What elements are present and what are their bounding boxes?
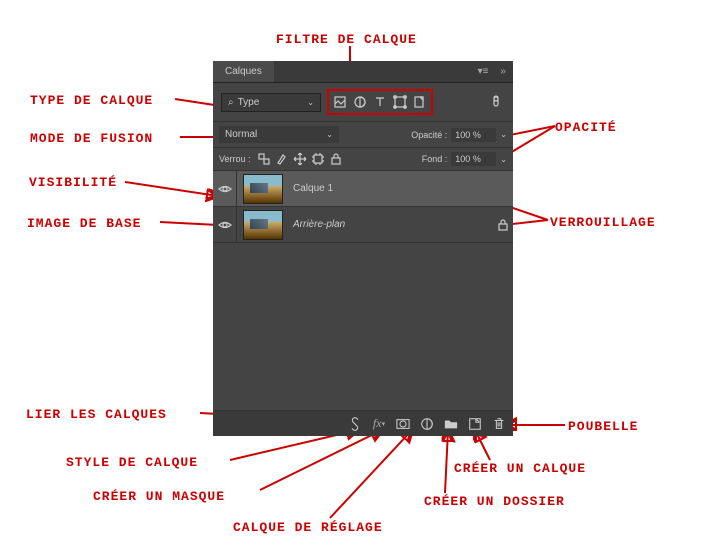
lock-row: Verrou : Fond : 100 % ⌄: [213, 148, 513, 171]
eye-icon: [218, 218, 232, 232]
fill-control: Fond : 100 % ⌄: [422, 152, 507, 166]
layer-style-button[interactable]: fx▾: [371, 416, 387, 432]
filter-text-icon[interactable]: [371, 93, 389, 111]
panel-tab-layers[interactable]: Calques: [213, 61, 274, 82]
layer-type-filter-dropdown[interactable]: ⌕ Type ⌄: [221, 93, 321, 112]
layers-list: Calque 1 Arrière-plan: [213, 171, 513, 410]
layer-row[interactable]: Calque 1: [213, 171, 513, 207]
fill-label: Fond :: [422, 154, 448, 164]
opacity-control: Opacité : 100 % ⌄: [411, 128, 507, 142]
lock-all-icon[interactable]: [329, 152, 343, 166]
filter-pixel-icon[interactable]: [331, 93, 349, 111]
new-layer-button[interactable]: [467, 416, 483, 432]
annot-type-de-calque: type de calque: [30, 93, 153, 108]
layer-thumbnail[interactable]: [243, 174, 283, 204]
eye-icon: [218, 182, 232, 196]
opacity-label: Opacité :: [411, 130, 447, 140]
annot-image-de-base: Image de base: [27, 216, 141, 231]
annot-mode-de-fusion: Mode de fusion: [30, 131, 153, 146]
lock-label: Verrou :: [219, 154, 251, 164]
layer-name[interactable]: Calque 1: [289, 183, 513, 194]
panel-footer: fx▾: [213, 410, 513, 436]
filter-shape-icon[interactable]: [391, 93, 409, 111]
lock-transparency-icon[interactable]: [257, 152, 271, 166]
annot-lier-les-calques: lier les calques: [26, 407, 167, 422]
layer-filter-icons: [327, 89, 433, 115]
blend-mode-row: Normal ⌄ Opacité : 100 % ⌄: [213, 122, 513, 148]
annot-opacite: opacité: [555, 120, 617, 135]
lock-position-icon[interactable]: [293, 152, 307, 166]
layer-name[interactable]: Arrière-plan: [289, 219, 493, 230]
panel-collapse-icon[interactable]: »: [496, 65, 510, 79]
search-icon: ⌕: [228, 97, 234, 108]
visibility-toggle[interactable]: [213, 207, 237, 242]
opacity-value-input[interactable]: 100 %: [451, 128, 496, 142]
panel-menu-icon[interactable]: ▾≡: [476, 65, 490, 79]
annot-poubelle: poubelle: [568, 419, 638, 434]
blend-mode-dropdown[interactable]: Normal ⌄: [219, 126, 339, 143]
delete-layer-button[interactable]: [491, 416, 507, 432]
annot-style-de-calque: style de calque: [66, 455, 198, 470]
layers-panel: Calques ▾≡ » ⌕ Type ⌄ Normal ⌄ Opacité :…: [213, 61, 513, 436]
blend-mode-value: Normal: [225, 129, 257, 140]
annot-calque-de-reglage: calque de réglage: [233, 520, 383, 535]
annot-filtre-de-calque: filtre de calque: [276, 32, 417, 47]
lock-icon: [496, 218, 510, 232]
annot-visibilite: Visibilité: [29, 175, 117, 190]
chevron-down-icon[interactable]: ⌄: [500, 130, 507, 139]
add-mask-button[interactable]: [395, 416, 411, 432]
fill-value-input[interactable]: 100 %: [451, 152, 496, 166]
filter-toggle-switch[interactable]: [491, 94, 505, 111]
type-label: Type: [238, 97, 260, 108]
chevron-down-icon[interactable]: ⌄: [500, 155, 507, 164]
filter-smartobject-icon[interactable]: [411, 93, 429, 111]
lock-icons-group: [257, 152, 343, 166]
chevron-down-icon: ⌄: [326, 130, 333, 139]
layer-lock-indicator[interactable]: [493, 218, 513, 232]
layer-row[interactable]: Arrière-plan: [213, 207, 513, 243]
link-layers-button[interactable]: [347, 416, 363, 432]
annot-creer-un-masque: créer un masque: [93, 489, 225, 504]
annot-verrouillage: verrouillage: [550, 215, 656, 230]
visibility-toggle[interactable]: [213, 171, 237, 206]
lock-artboard-icon[interactable]: [311, 152, 325, 166]
annot-creer-un-calque: créer un calque: [454, 461, 586, 476]
chevron-down-icon: ⌄: [307, 98, 314, 107]
new-group-button[interactable]: [443, 416, 459, 432]
adjustment-layer-button[interactable]: [419, 416, 435, 432]
filter-adjustment-icon[interactable]: [351, 93, 369, 111]
annot-creer-un-dossier: créer un dossier: [424, 494, 565, 509]
layer-thumbnail[interactable]: [243, 210, 283, 240]
lock-pixels-icon[interactable]: [275, 152, 289, 166]
panel-header: Calques ▾≡ »: [213, 61, 513, 83]
filter-row: ⌕ Type ⌄: [213, 83, 513, 122]
